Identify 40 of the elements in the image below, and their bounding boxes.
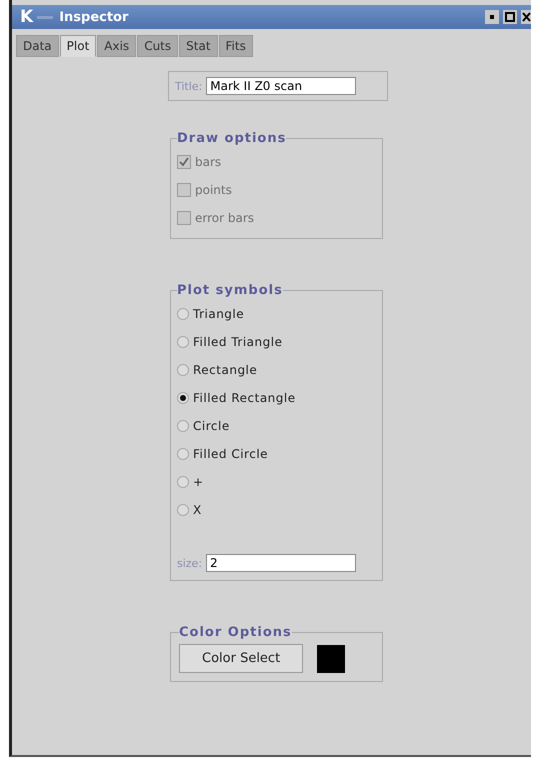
radio-button[interactable] bbox=[177, 504, 189, 516]
color-select-button[interactable]: Color Select bbox=[179, 644, 304, 673]
field-label: size: bbox=[177, 556, 202, 570]
radio-button[interactable] bbox=[177, 448, 189, 460]
radio-button[interactable] bbox=[177, 308, 189, 320]
tab[interactable]: Cuts bbox=[137, 35, 178, 57]
radio-label: Rectangle bbox=[193, 363, 258, 377]
maximize-icon[interactable] bbox=[503, 10, 517, 24]
group-title: Plot symbols bbox=[177, 283, 283, 298]
field-label: Title: bbox=[175, 80, 202, 92]
radio-label: X bbox=[193, 503, 202, 517]
tab[interactable]: Data bbox=[16, 35, 59, 57]
checkbox-label: error bars bbox=[195, 211, 254, 225]
minimize-icon[interactable] bbox=[485, 10, 499, 24]
tab[interactable]: Fits bbox=[218, 35, 253, 57]
group-title: Draw options bbox=[177, 131, 286, 146]
radio-button[interactable] bbox=[177, 476, 189, 488]
size-field[interactable]: 2 bbox=[206, 554, 356, 572]
checkbox-label: points bbox=[195, 183, 232, 197]
tab[interactable]: Axis bbox=[97, 35, 136, 57]
radio-label: + bbox=[193, 475, 204, 489]
radio-label: Filled Circle bbox=[193, 447, 268, 461]
radio-label: Triangle bbox=[193, 307, 244, 321]
window-title: Inspector bbox=[59, 10, 128, 24]
radio-button[interactable] bbox=[177, 420, 189, 432]
title-field[interactable]: Mark II Z0 scan bbox=[206, 77, 356, 95]
radio-button[interactable] bbox=[177, 392, 189, 404]
radio-label: Filled Triangle bbox=[193, 335, 282, 349]
color-swatch[interactable] bbox=[317, 644, 346, 672]
radio-button[interactable] bbox=[177, 364, 189, 376]
radio-button[interactable] bbox=[177, 336, 189, 348]
tab[interactable]: Plot bbox=[60, 35, 96, 57]
checkbox-label: bars bbox=[195, 155, 222, 169]
group-title: Color Options bbox=[179, 625, 292, 640]
radio-label: Filled Rectangle bbox=[193, 391, 296, 405]
close-icon[interactable] bbox=[521, 10, 531, 24]
app-logo: K bbox=[20, 7, 34, 27]
tab[interactable]: Stat bbox=[179, 35, 218, 57]
dash-icon bbox=[37, 14, 54, 20]
radio-label: Circle bbox=[193, 419, 230, 433]
